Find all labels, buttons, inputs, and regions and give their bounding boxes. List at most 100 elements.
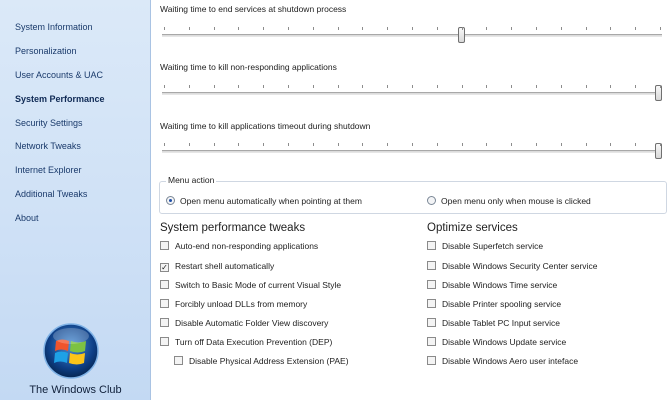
checkbox-disable-printer-spooling[interactable]: Disable Printer spooling service: [427, 299, 561, 309]
nav-item-additional-tweaks[interactable]: Additional Tweaks: [15, 189, 87, 199]
checkbox-label: Disable Printer spooling service: [442, 299, 562, 309]
slider-tick: [561, 85, 562, 88]
slider-tick: [486, 27, 487, 30]
slider-tick: [586, 27, 587, 30]
checkbox-unload-dlls[interactable]: Forcibly unload DLLs from memory: [160, 299, 307, 309]
slider-tick: [288, 85, 289, 88]
slider-tick: [586, 143, 587, 146]
services-section-title: Optimize services: [427, 222, 518, 234]
checkbox-label: Restart shell automatically: [175, 261, 275, 271]
slider-tick: [486, 85, 487, 88]
slider-tick: [610, 27, 611, 30]
checkbox-label: Disable Windows Aero user inteface: [442, 356, 579, 366]
brand-label: The Windows Club: [29, 384, 122, 396]
slider-tick: [263, 85, 264, 88]
slider-tick: [412, 143, 413, 146]
checkbox-disable-pae[interactable]: Disable Physical Address Extension (PAE): [174, 356, 349, 366]
sidebar: System Information Personalization User …: [0, 0, 151, 400]
slider-tick: [511, 27, 512, 30]
slider-tick: [362, 143, 363, 146]
slider-tick: [362, 85, 363, 88]
nav-item-system-performance[interactable]: System Performance: [15, 94, 105, 104]
slider-tick: [214, 27, 215, 30]
tweaks-section-title: System performance tweaks: [160, 222, 306, 234]
slider-tick: [660, 27, 661, 30]
radio-open-on-click[interactable]: Open menu only when mouse is clicked: [427, 196, 591, 206]
checkbox-label: Auto-end non-responding applications: [175, 241, 319, 251]
menu-action-group: Menu action Open menu automatically when…: [159, 175, 667, 214]
slider-tick: [238, 143, 239, 146]
slider-label-kill-timeout: Waiting time to kill applications timeou…: [160, 121, 371, 131]
checkbox-label: Switch to Basic Mode of current Visual S…: [175, 280, 342, 290]
slider-tick: [437, 27, 438, 30]
slider-tick: [313, 85, 314, 88]
slider-tick: [288, 27, 289, 30]
checkbox-box: ✓: [160, 263, 169, 272]
slider-track: [162, 150, 662, 153]
nav-item-personalization[interactable]: Personalization: [15, 46, 77, 56]
nav-item-system-information[interactable]: System Information: [15, 22, 93, 32]
radio-label: Open menu only when mouse is clicked: [441, 196, 591, 206]
slider-end-services[interactable]: [162, 27, 662, 43]
checkbox-box: [427, 318, 436, 327]
radio-label: Open menu automatically when pointing at…: [180, 196, 362, 206]
checkbox-box: [160, 280, 169, 289]
checkbox-disable-security-center[interactable]: Disable Windows Security Center service: [427, 261, 597, 271]
checkbox-box: [160, 299, 169, 308]
slider-tick: [263, 143, 264, 146]
nav-item-internet-explorer[interactable]: Internet Explorer: [15, 165, 82, 175]
radio-indicator: [166, 196, 175, 205]
checkbox-box: [160, 337, 169, 346]
slider-kill-nonresponding[interactable]: [162, 85, 662, 101]
checkbox-turn-off-dep[interactable]: Turn off Data Execution Prevention (DEP): [160, 337, 332, 347]
slider-tick: [462, 85, 463, 88]
checkbox-label: Disable Windows Update service: [442, 337, 567, 347]
slider-tick: [610, 143, 611, 146]
slider-tick: [586, 85, 587, 88]
nav-item-user-accounts-uac[interactable]: User Accounts & UAC: [15, 70, 103, 80]
radio-open-on-hover[interactable]: Open menu automatically when pointing at…: [166, 196, 362, 206]
slider-kill-timeout[interactable]: [162, 143, 662, 159]
slider-tick: [536, 27, 537, 30]
slider-tick: [313, 143, 314, 146]
checkbox-disable-tablet-input[interactable]: Disable Tablet PC Input service: [427, 318, 560, 328]
checkbox-label: Disable Automatic Folder View discovery: [175, 318, 329, 328]
nav-item-about[interactable]: About: [15, 213, 39, 223]
main-panel: Waiting time to end services at shutdown…: [152, 0, 670, 400]
slider-tick: [214, 85, 215, 88]
slider-tick: [387, 143, 388, 146]
checkbox-label: Disable Superfetch service: [442, 241, 544, 251]
slider-tick: [437, 85, 438, 88]
slider-tick: [189, 27, 190, 30]
checkbox-restart-shell[interactable]: ✓ Restart shell automatically: [160, 261, 274, 272]
slider-track: [162, 34, 662, 37]
slider-tick: [561, 27, 562, 30]
slider-tick: [536, 85, 537, 88]
checkbox-box: [160, 241, 169, 250]
checkbox-disable-superfetch[interactable]: Disable Superfetch service: [427, 241, 543, 251]
checkbox-label: Disable Tablet PC Input service: [442, 318, 560, 328]
slider-tick: [238, 85, 239, 88]
nav-item-network-tweaks[interactable]: Network Tweaks: [15, 141, 81, 151]
checkbox-disable-time-service[interactable]: Disable Windows Time service: [427, 280, 557, 290]
checkbox-basic-mode[interactable]: Switch to Basic Mode of current Visual S…: [160, 280, 341, 290]
slider-tick: [635, 27, 636, 30]
slider-tick: [610, 85, 611, 88]
slider-tick: [635, 85, 636, 88]
radio-indicator: [427, 196, 436, 205]
slider-tick: [189, 85, 190, 88]
slider-tick: [387, 85, 388, 88]
slider-tick: [238, 27, 239, 30]
checkbox-auto-end-apps[interactable]: Auto-end non-responding applications: [160, 241, 318, 251]
checkbox-disable-aero[interactable]: Disable Windows Aero user inteface: [427, 356, 578, 366]
slider-tick: [511, 85, 512, 88]
slider-tick: [462, 27, 463, 30]
slider-tick: [561, 143, 562, 146]
checkbox-disable-windows-update[interactable]: Disable Windows Update service: [427, 337, 566, 347]
slider-tick: [263, 27, 264, 30]
nav-item-security-settings[interactable]: Security Settings: [15, 118, 83, 128]
checkbox-box: [427, 261, 436, 270]
checkbox-folder-view-discovery[interactable]: Disable Automatic Folder View discovery: [160, 318, 328, 328]
slider-tick: [437, 143, 438, 146]
checkbox-label: Disable Physical Address Extension (PAE): [189, 356, 349, 366]
